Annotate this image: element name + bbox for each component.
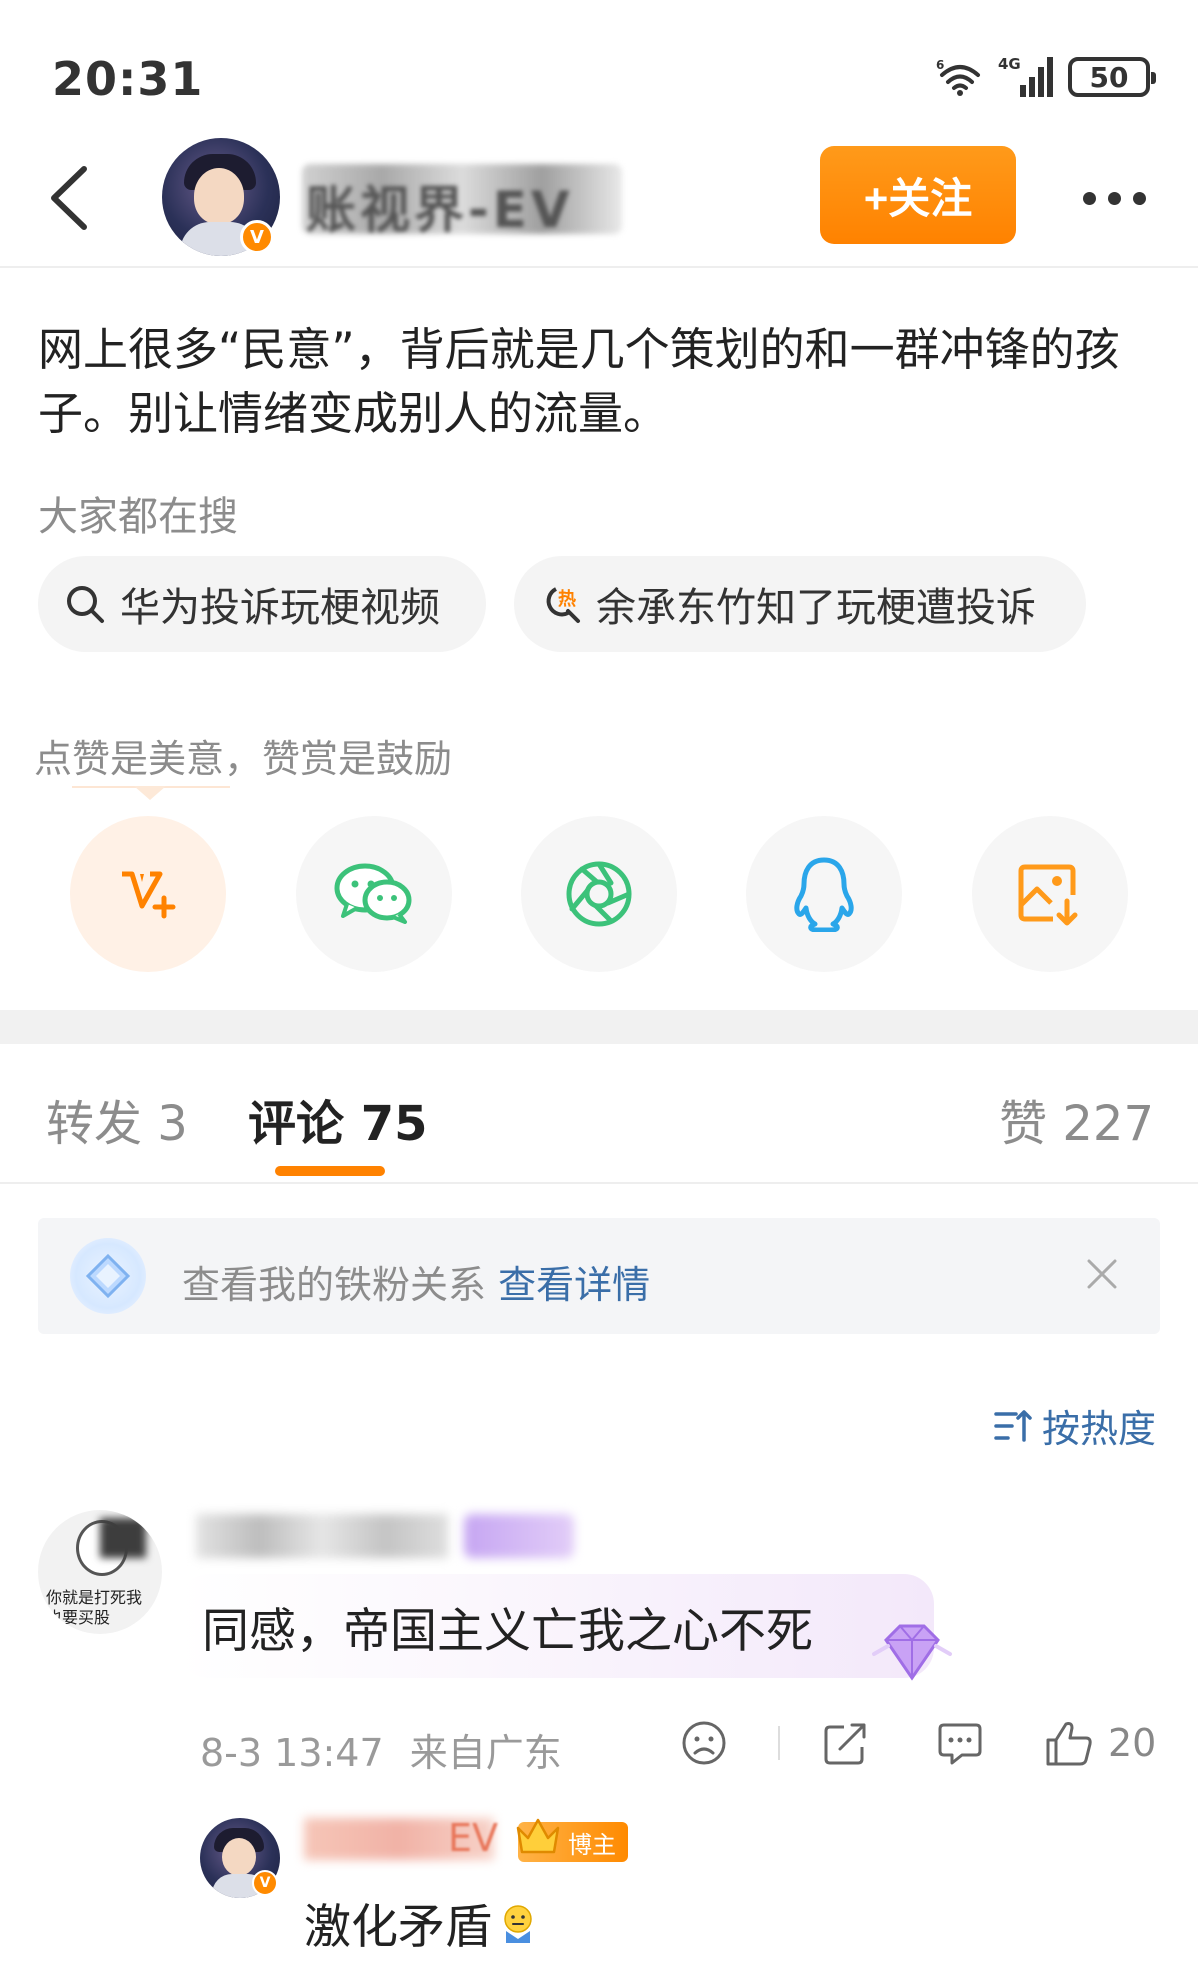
trending-chip[interactable]: 热 余承东竹知了玩梗遭投诉 — [514, 556, 1086, 652]
sort-by-heat-button[interactable]: 按热度 — [994, 1398, 1156, 1453]
comment-text: 同感，帝国主义亡我之心不死 — [202, 1604, 813, 1659]
post-text: 网上很多“民意”，背后就是几个策划的和一群冲锋的孩子。别让情绪变成别人的流量。 — [38, 323, 1120, 440]
shrug-emoji-icon — [504, 1904, 532, 1943]
network-type: 4G — [998, 55, 1021, 73]
thumbs-up-icon — [1046, 1722, 1092, 1766]
reply-verified-badge: V — [252, 1870, 278, 1896]
trending-chip-label: 华为投诉玩梗视频 — [120, 585, 440, 631]
sort-icon — [994, 1409, 1032, 1442]
hot-search-icon: 热 — [546, 587, 580, 623]
trending-title: 大家都在搜 — [38, 494, 238, 540]
status-bar: 20:31 6 4G 50 — [0, 0, 1198, 130]
close-banner-button[interactable] — [1080, 1252, 1124, 1296]
trending-chip-label: 余承东竹知了玩梗遭投诉 — [596, 585, 1036, 631]
diamond-icon — [70, 1238, 146, 1314]
more-dot-icon — [1107, 191, 1121, 205]
fan-banner-text: 查看我的铁粉关系 查看详情 — [182, 1254, 650, 1309]
reply-text: 激化矛盾 — [304, 1900, 492, 1955]
reward-icon — [122, 871, 176, 919]
chevron-left-icon — [51, 166, 87, 230]
sad-face-icon — [682, 1721, 726, 1765]
back-button[interactable] — [38, 160, 98, 236]
comment-meta: 8-3 13:47 来自广东 — [200, 1722, 562, 1777]
reply-text-row: 激化矛盾 — [304, 1888, 540, 1957]
reply-comment-button[interactable] — [936, 1712, 984, 1774]
dislike-button[interactable] — [680, 1712, 728, 1774]
comment-time: 8-3 13:47 — [200, 1731, 384, 1775]
wifi-icon: 6 — [936, 58, 980, 96]
close-icon — [1087, 1259, 1117, 1289]
tab-likes[interactable]: 赞 227 — [999, 1084, 1154, 1154]
follow-button[interactable]: +关注 — [820, 146, 1016, 244]
commenter-name-blur[interactable] — [196, 1514, 448, 1558]
reward-prompt: 点赞是美意，赞赏是鼓励 — [34, 737, 453, 781]
interaction-tabs: 转发 3 评论 75 赞 227 — [0, 1044, 1198, 1184]
status-icons: 6 4G 50 — [934, 52, 1156, 102]
more-dot-icon — [1082, 191, 1096, 205]
section-divider — [0, 1010, 1198, 1044]
commenter-badge-blur — [464, 1514, 574, 1558]
share-wechat-button[interactable] — [296, 816, 452, 972]
post-header: V 账视界-EV +关注 — [0, 130, 1198, 268]
fan-relationship-banner: 查看我的铁粉关系 查看详情 — [38, 1218, 1160, 1334]
save-image-button[interactable] — [972, 816, 1128, 972]
reply-author-name[interactable]: EV — [448, 1816, 498, 1860]
action-separator — [778, 1726, 780, 1760]
status-time: 20:31 — [52, 52, 204, 106]
search-icon — [67, 586, 104, 623]
crown-icon — [516, 1818, 560, 1854]
moments-icon — [566, 861, 632, 927]
author-name[interactable]: 账视界-EV — [306, 170, 574, 242]
view-details-link[interactable]: 查看详情 — [498, 1263, 650, 1307]
signal-icon: 4G — [998, 55, 1053, 97]
hot-mark: 热 — [558, 588, 576, 610]
share-moments-button[interactable] — [521, 816, 677, 972]
repost-comment-button[interactable] — [822, 1712, 870, 1774]
save-image-icon — [1018, 864, 1078, 926]
reward-button[interactable] — [70, 816, 226, 972]
share-row — [70, 816, 1130, 972]
tab-reposts[interactable]: 转发 3 — [46, 1084, 188, 1154]
comment-icon — [938, 1723, 982, 1765]
trending-chip[interactable]: 华为投诉玩梗视频 — [38, 556, 486, 652]
share-icon — [824, 1723, 866, 1765]
comment-actions: 20 — [680, 1712, 1160, 1774]
battery-indicator: 50 — [1068, 57, 1156, 97]
active-tab-indicator — [275, 1166, 385, 1176]
commenter-avatar[interactable]: 你就是打死我 也要买股 — [38, 1510, 162, 1634]
more-dot-icon — [1132, 191, 1146, 205]
comment-like-count: 20 — [1108, 1721, 1157, 1765]
tab-comments[interactable]: 评论 75 — [248, 1084, 428, 1154]
reward-tip-pointer — [72, 786, 230, 800]
wifi-superscript: 6 — [936, 58, 944, 72]
gem-sticker-icon — [872, 1624, 952, 1681]
fan-banner-label: 查看我的铁粉关系 — [182, 1263, 499, 1307]
avatar-caption: 你就是打死我 也要买股 — [46, 1588, 143, 1627]
comment-location: 来自广东 — [409, 1731, 562, 1775]
verified-badge: V — [240, 220, 274, 254]
sort-label: 按热度 — [1041, 1407, 1156, 1451]
wechat-icon — [334, 863, 412, 924]
share-qq-button[interactable] — [746, 816, 902, 972]
more-options-button[interactable] — [1068, 170, 1160, 226]
like-comment-button[interactable]: 20 — [1044, 1712, 1156, 1774]
qq-icon — [794, 857, 854, 932]
